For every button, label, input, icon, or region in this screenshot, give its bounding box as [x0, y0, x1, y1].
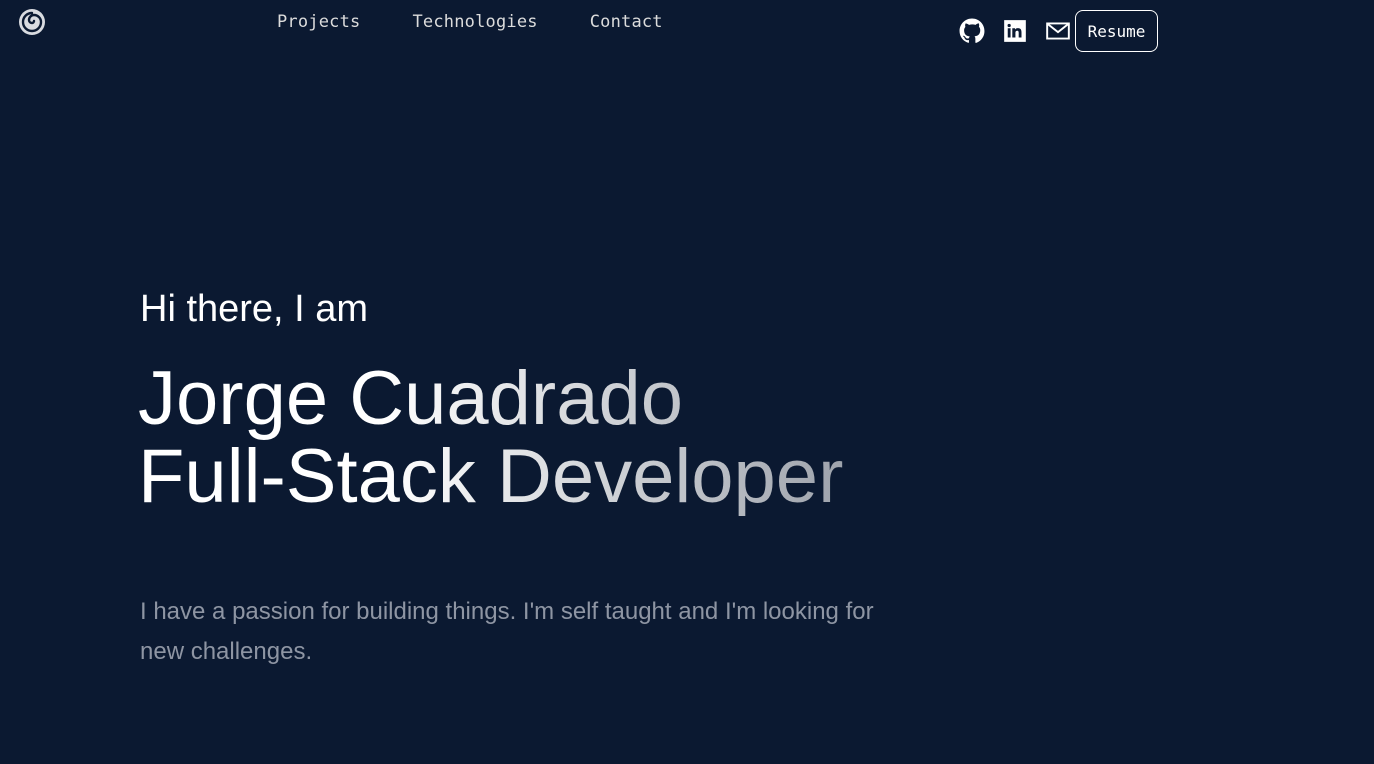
nav-link-technologies[interactable]: Technologies — [412, 12, 537, 32]
page: Projects Technologies Contact Resume Hi … — [0, 0, 1374, 764]
social-links: Resume — [958, 10, 1158, 52]
nav-link-projects[interactable]: Projects — [277, 12, 360, 32]
spiral-logo-icon — [19, 9, 45, 35]
hero-headline: Jorge Cuadrado Full-Stack Developer — [138, 360, 843, 516]
resume-button[interactable]: Resume — [1075, 10, 1158, 52]
github-icon — [959, 18, 985, 43]
mail-icon — [1046, 22, 1070, 40]
linkedin-icon — [1004, 20, 1026, 42]
hero-role: Full-Stack Developer — [138, 434, 844, 519]
linkedin-link[interactable] — [1001, 11, 1029, 51]
hero-tagline: I have a passion for building things. I'… — [140, 598, 874, 665]
home-logo-link[interactable] — [18, 8, 46, 36]
hero-greeting: Hi there, I am — [140, 288, 369, 330]
email-link[interactable] — [1044, 11, 1072, 51]
nav-link-contact[interactable]: Contact — [590, 12, 663, 32]
github-link[interactable] — [958, 11, 986, 51]
main-nav: Projects Technologies Contact — [277, 12, 663, 32]
hero-name: Jorge Cuadrado — [138, 356, 684, 441]
